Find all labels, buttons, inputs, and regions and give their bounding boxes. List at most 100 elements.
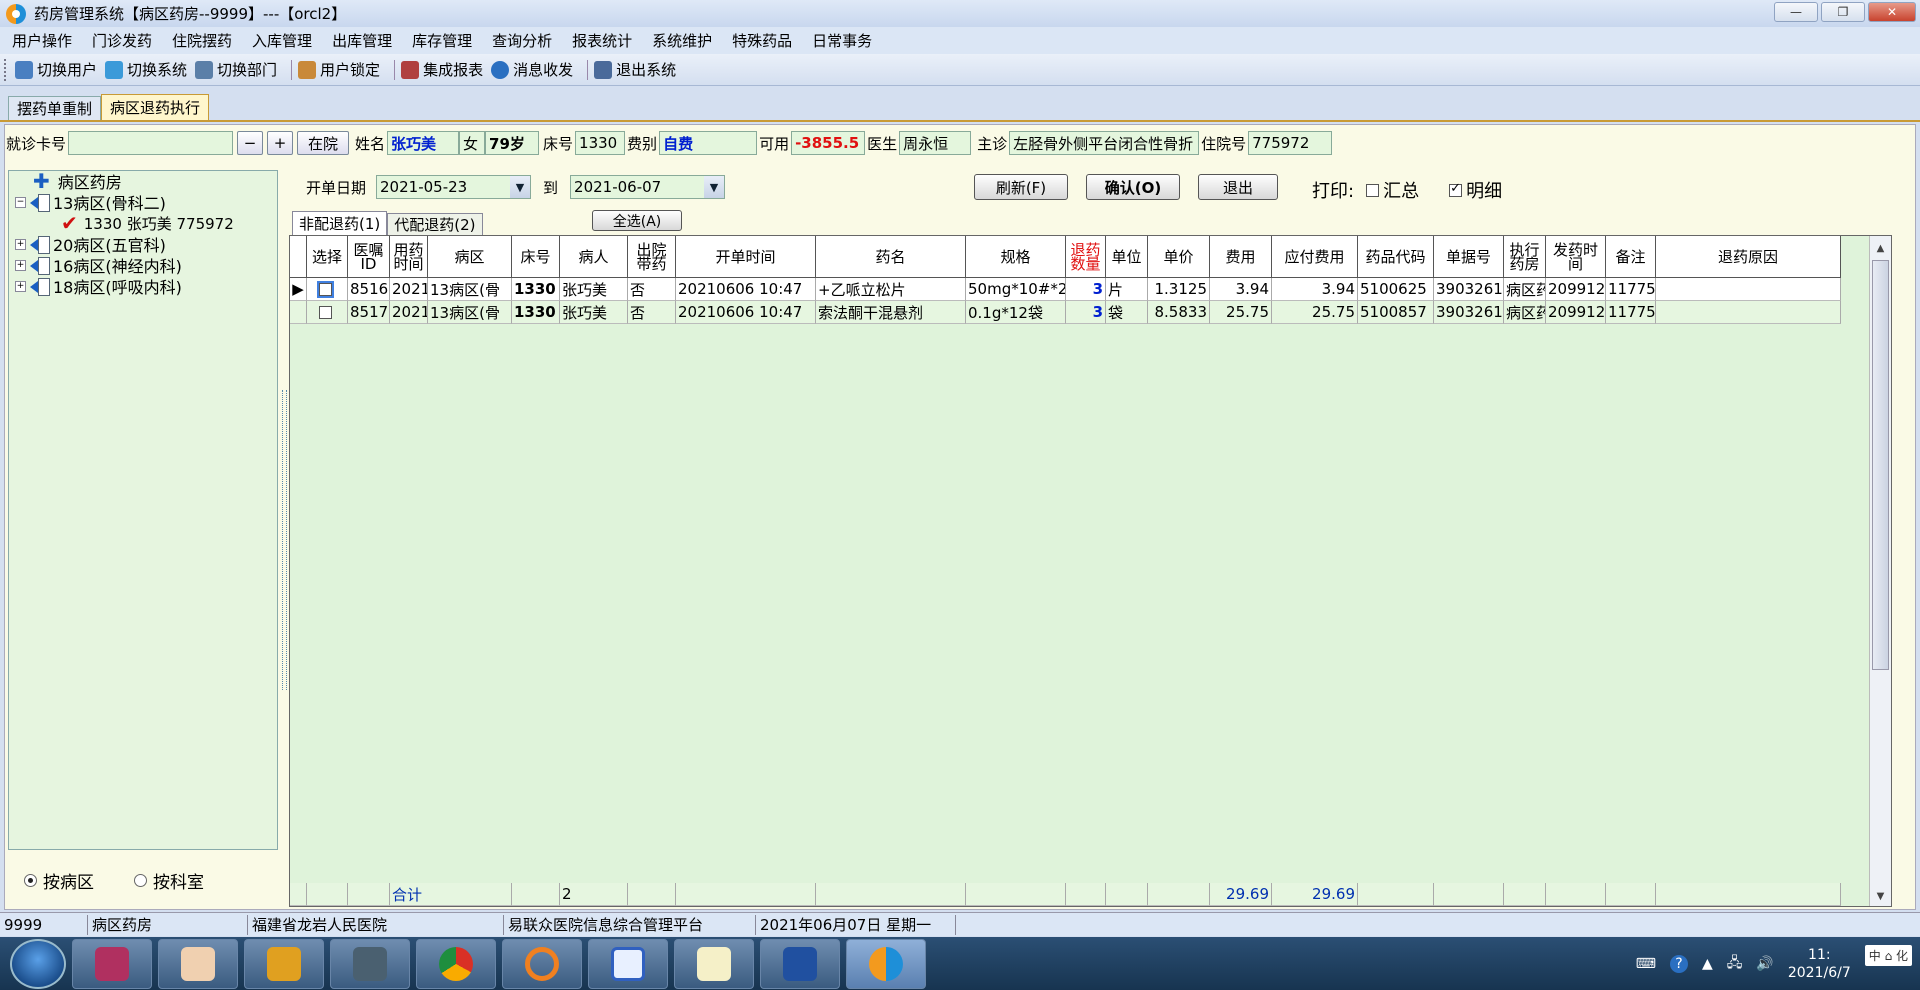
menu-daily[interactable]: 日常事务 (812, 30, 872, 51)
header-bed[interactable]: 床号 (512, 236, 560, 278)
header-remark[interactable]: 备注 (1606, 236, 1656, 278)
refresh-button[interactable]: 刷新(F) (974, 174, 1068, 200)
help-icon[interactable]: ? (1670, 954, 1689, 973)
dropdown-arrow-icon[interactable]: ▼ (510, 176, 531, 198)
summary-checkbox[interactable] (1366, 183, 1380, 197)
taskbar-pharmacy-app[interactable] (846, 938, 926, 989)
scroll-up-icon[interactable]: ▲ (1870, 238, 1891, 258)
header-return-qty[interactable]: 退药 数量 (1066, 236, 1106, 278)
exit-button[interactable]: 退出 (1198, 174, 1278, 200)
tree-node-ward18[interactable]: + 18病区(呼吸内科) (15, 276, 182, 297)
expand-icon[interactable]: + (15, 259, 26, 271)
menu-inpatient[interactable]: 住院摆药 (172, 30, 232, 51)
decrement-button[interactable]: − (237, 131, 264, 155)
table-row[interactable]: 85171 20210 13病区(骨 1330 张巧美 否 20210606 1… (290, 301, 1841, 324)
select-all-button[interactable]: 全选(A) (592, 210, 682, 231)
header-return-reason[interactable]: 退药原因 (1656, 236, 1841, 278)
detail-checkbox[interactable] (1449, 181, 1463, 197)
menu-stock-out[interactable]: 出库管理 (332, 30, 392, 51)
increment-button[interactable]: + (267, 131, 294, 155)
ime-indicator[interactable]: 中 ⌂ 化 (1864, 945, 1912, 966)
tab-non-dispensed-return[interactable]: 非配退药(1) (292, 211, 388, 235)
toolbar-grip[interactable] (4, 58, 7, 81)
messages-button[interactable]: 消息收发 (491, 59, 573, 80)
volume-icon[interactable]: 🔊 (1756, 956, 1773, 972)
header-ward[interactable]: 病区 (428, 236, 512, 278)
header-dispense-time[interactable]: 发药时 间 (1546, 236, 1606, 278)
header-discharge-med[interactable]: 出院 带药 (628, 236, 676, 278)
by-dept-radio[interactable] (134, 874, 147, 887)
confirm-button[interactable]: 确认(O) (1086, 174, 1180, 200)
tree-node-patient[interactable]: ✔ 1330 张巧美 775972 (61, 211, 234, 235)
row-checkbox[interactable] (318, 305, 332, 319)
taskbar-chart-app[interactable] (674, 938, 754, 989)
clock[interactable]: 11: 2021/6/7 (1788, 946, 1851, 982)
taskbar-database-app[interactable] (72, 938, 152, 989)
header-voucher-no[interactable]: 单据号 (1434, 236, 1504, 278)
taskbar-sql-app[interactable] (244, 938, 324, 989)
tree-node-ward13[interactable]: − 13病区(骨科二) (15, 192, 166, 213)
expand-icon[interactable]: + (15, 280, 26, 292)
menu-inventory[interactable]: 库存管理 (412, 30, 472, 51)
switch-department-button[interactable]: 切换部门 (195, 59, 277, 80)
taskbar-doctor-app[interactable] (158, 938, 238, 989)
tree-node-ward16[interactable]: + 16病区(神经内科) (15, 255, 182, 276)
keyboard-icon[interactable]: ⌨ (1636, 956, 1656, 972)
switch-user-button[interactable]: 切换用户 (15, 59, 97, 80)
header-patient[interactable]: 病人 (560, 236, 628, 278)
by-ward-radio[interactable] (24, 874, 37, 887)
date-to-picker[interactable]: 2021-06-07 ▼ (570, 175, 726, 199)
vertical-scrollbar[interactable]: ▲ ▼ (1869, 236, 1891, 906)
header-drug-name[interactable]: 药名 (816, 236, 966, 278)
expand-icon[interactable]: + (15, 238, 26, 250)
menu-outpatient[interactable]: 门诊发药 (92, 30, 152, 51)
scroll-down-icon[interactable]: ▼ (1870, 886, 1891, 906)
panel-splitter[interactable] (282, 390, 287, 690)
header-unit[interactable]: 单位 (1106, 236, 1148, 278)
taskbar-clipboard-app[interactable] (588, 938, 668, 989)
tab-reprint-dispense[interactable]: 摆药单重制 (8, 96, 102, 120)
menu-user[interactable]: 用户操作 (12, 30, 72, 51)
tray-expand-icon[interactable]: ▲ (1702, 956, 1713, 972)
taskbar-browser[interactable] (416, 938, 496, 989)
header-spec[interactable]: 规格 (966, 236, 1066, 278)
start-button[interactable] (10, 938, 66, 989)
menu-special-drugs[interactable]: 特殊药品 (732, 30, 792, 51)
tree-node-ward20[interactable]: + 20病区(五官科) (15, 234, 166, 255)
tree-root[interactable]: ✚ 病区药房 (33, 169, 122, 193)
cell-return-reason[interactable] (1656, 301, 1841, 324)
cell-return-reason[interactable] (1656, 278, 1841, 301)
card-number-input[interactable] (68, 131, 234, 155)
header-payable[interactable]: 应付费用 (1272, 236, 1358, 278)
user-lock-button[interactable]: 用户锁定 (298, 59, 380, 80)
cell-return-qty[interactable]: 3 (1066, 301, 1106, 324)
row-select[interactable] (307, 301, 348, 324)
minimize-button[interactable]: — (1774, 2, 1818, 22)
network-icon[interactable]: 🖧 (1727, 952, 1743, 976)
menu-reports[interactable]: 报表统计 (572, 30, 632, 51)
close-button[interactable]: ✕ (1868, 2, 1916, 22)
header-select[interactable]: 选择 (307, 236, 348, 278)
table-row[interactable]: ▶ 85169 20210 13病区(骨 1330 张巧美 否 20210606… (290, 278, 1841, 301)
integrated-report-button[interactable]: 集成报表 (401, 59, 483, 80)
dropdown-arrow-icon[interactable]: ▼ (704, 176, 725, 198)
menu-system[interactable]: 系统维护 (652, 30, 712, 51)
date-from-picker[interactable]: 2021-05-23 ▼ (376, 175, 532, 199)
collapse-icon[interactable]: − (15, 196, 26, 208)
row-select[interactable] (307, 278, 348, 301)
switch-system-button[interactable]: 切换系统 (105, 59, 187, 80)
header-order-time[interactable]: 开单时间 (676, 236, 816, 278)
taskbar-terminal-app[interactable] (330, 938, 410, 989)
header-drug-code[interactable]: 药品代码 (1358, 236, 1434, 278)
inpatient-status-select[interactable]: 在院 (297, 131, 350, 155)
ward-tree[interactable]: ✚ 病区药房 − 13病区(骨科二) ✔ 1330 张巧美 775972 + 2… (8, 169, 278, 850)
cell-return-qty[interactable]: 3 (1066, 278, 1106, 301)
row-checkbox[interactable] (316, 280, 334, 298)
taskbar-search-app[interactable] (502, 938, 582, 989)
header-fee[interactable]: 费用 (1210, 236, 1272, 278)
header-order-id[interactable]: 医嘱 ID (348, 236, 390, 278)
maximize-button[interactable]: ❐ (1821, 2, 1865, 22)
header-unit-price[interactable]: 单价 (1148, 236, 1210, 278)
exit-system-button[interactable]: 退出系统 (594, 59, 676, 80)
scroll-thumb[interactable] (1872, 260, 1889, 670)
